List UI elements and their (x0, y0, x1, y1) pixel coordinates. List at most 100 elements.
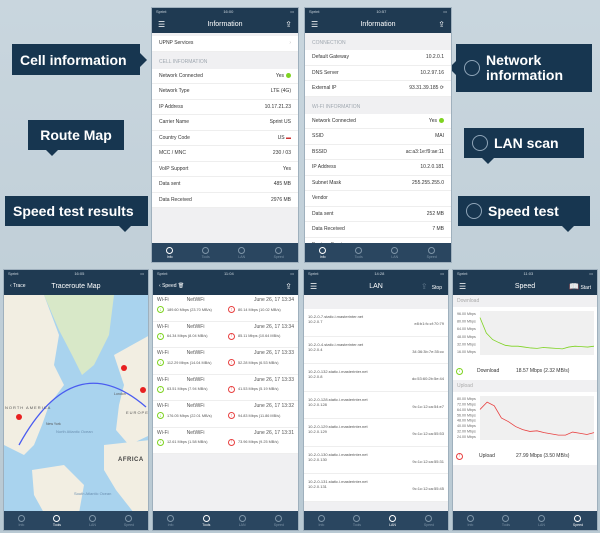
speed-result-item[interactable]: Wi-Fi NetWiFi June 26, 17 13:33 ↓ 63.51 Mbps… (153, 374, 298, 401)
tab-lan[interactable]: LAN (238, 514, 246, 527)
upnp-services-row[interactable]: UPNP Services › (152, 36, 298, 52)
tab-info[interactable]: Info (466, 514, 474, 527)
menu-icon[interactable]: ☰ (310, 282, 317, 291)
tab-speed[interactable]: Speed (274, 246, 284, 259)
tab-tools[interactable]: Tools (202, 514, 210, 527)
row-label: Subnet Mask (312, 179, 342, 186)
refresh-icon[interactable]: ⟳ (438, 85, 444, 91)
tab-speed[interactable]: Speed (423, 514, 435, 527)
tab-info[interactable]: Info (319, 246, 327, 259)
menu-icon[interactable]: ☰ (459, 282, 466, 291)
y-tick-label: 32.00 Mbps (457, 430, 476, 434)
y-tick-label: 64.00 Mbps (457, 327, 476, 331)
row-label: Network Connected (159, 72, 203, 79)
tools-icon (502, 514, 510, 522)
book-icon[interactable]: 📖 (569, 282, 579, 291)
map[interactable]: NORTH AMERICA North Atlantic Ocean EUROP… (4, 295, 149, 513)
tab-lan[interactable]: LAN (388, 514, 396, 527)
tab-speed[interactable]: Speed (573, 514, 583, 527)
result-date: June 26, 17 13:34 (253, 297, 294, 303)
tab-tools[interactable]: Tools (502, 514, 510, 527)
speed-result-item[interactable]: Wi-Fi NetWiFi June 26, 17 13:31 ↓ 12.61 Mbps… (153, 427, 298, 454)
network-info-screen: Sprint 10:57 ▭ ☰ Information ⇪ CONNECTION De… (304, 7, 452, 263)
share-icon[interactable]: ⇪ (285, 20, 292, 29)
start-button[interactable]: 📖 Start (569, 282, 591, 291)
row-value: 485 MB (274, 181, 291, 187)
tab-label: Info (167, 522, 174, 527)
lan-host-item[interactable]: 10-2-0-131.static.i.masterinter.net 10.2.… (304, 474, 448, 502)
speed-result-item[interactable]: Wi-Fi NetWiFi June 26, 17 13:34 ↓ 64.34 Mbps… (153, 321, 298, 348)
tab-tools[interactable]: Tools (201, 246, 210, 259)
speed-result-item[interactable]: Wi-Fi NetWiFi June 26, 17 13:33 ↓ 112.29 Mbp… (153, 348, 298, 375)
tab-speed[interactable]: Speed (124, 514, 134, 527)
speed-result-item[interactable]: Wi-Fi NetWiFi June 26, 17 13:32 ↓ 176.05 Mbp… (153, 401, 298, 428)
label-text: Speed test (488, 203, 559, 219)
row-value: 2976 MB (271, 197, 291, 203)
tab-tools[interactable]: Tools (355, 246, 363, 259)
back-button[interactable]: ‹ Speed 🗑 (159, 283, 184, 289)
value-text: 7 MB (432, 226, 444, 233)
tab-info[interactable]: Info (167, 514, 175, 527)
tab-info[interactable]: Info (317, 514, 325, 527)
lan-host-item[interactable]: 10-2-0-128.static.i.masterinter.net 10.2.… (304, 391, 448, 419)
result-date: June 26, 17 13:31 (253, 429, 294, 436)
tab-lan[interactable]: LAN (391, 246, 399, 259)
speed-result-item[interactable]: Wi-Fi NetWiFi June 26, 17 13:34 ↓ 189.60 Mbp… (153, 295, 298, 322)
back-button[interactable]: ‹ Trace (10, 283, 26, 289)
row-value: 10.2.0.181 (420, 164, 444, 170)
lan-host-item[interactable]: 10-2-0-129.static.i.masterinter.net 10.2.… (304, 419, 448, 447)
result-left: Wi-Fi NetWiFi (157, 377, 204, 383)
upload-value: 27.99 Mbps (3.50 MB/s) (516, 453, 570, 459)
trash-icon[interactable]: 🗑 (178, 283, 184, 289)
row-label: Data Received (312, 226, 345, 233)
info-icon (466, 514, 474, 522)
battery-icon: ▭ (440, 271, 444, 276)
share-icon[interactable]: ⇪ (421, 282, 428, 291)
tab-label: Speed (423, 522, 435, 527)
tab-info[interactable]: Info (166, 246, 174, 259)
download-label: Download (477, 368, 500, 374)
share-icon[interactable]: ⇪ (285, 282, 292, 291)
tab-tools[interactable]: Tools (53, 514, 61, 527)
lan-host-item[interactable]: 10-2-0-132.static.i.masterinter.net 10.2.… (304, 364, 448, 392)
row-label: VoIP Support (159, 165, 189, 172)
row-label: SSID (312, 133, 324, 140)
value-text: MAI (435, 133, 444, 140)
tab-speed[interactable]: Speed (274, 514, 284, 527)
tab-info[interactable]: Info (17, 514, 25, 527)
carrier: Sprint (457, 271, 468, 276)
status-bar: Sprint 14:28 ▭ (304, 270, 448, 277)
place-label: North Atlantic Ocean (56, 429, 93, 434)
speed-results-screen: Sprint 11:04 ▭ ‹ Speed 🗑 ⇪ Wi-Fi NetWiFi June… (152, 269, 299, 531)
stop-button[interactable]: ⇪ Stop (421, 282, 442, 291)
tab-label: Tools (201, 254, 210, 259)
download-header: Download (457, 298, 480, 304)
info-row: MCC / MNC 230 / 03 (152, 146, 298, 162)
speed-test-results-label: Speed test results (5, 196, 148, 232)
info-row: DNS Server 10.2.97.16 (305, 65, 451, 81)
tab-speed[interactable]: Speed (427, 246, 437, 259)
time: 10:57 (376, 9, 387, 14)
value-text: 255.255.255.0 (412, 179, 444, 186)
tab-lan[interactable]: LAN (537, 514, 545, 527)
network-information-label: Network information (449, 44, 592, 92)
tab-lan[interactable]: LAN (238, 246, 246, 259)
land-south-america (32, 465, 84, 513)
menu-icon[interactable]: ☰ (311, 20, 318, 29)
lan-host-item[interactable]: 10-2-0-130.static.i.masterinter.net 10.2.… (304, 446, 448, 474)
info-icon (317, 514, 325, 522)
lan-scan-screen: Sprint 14:28 ▭ ☰ LAN ⇪ Stop 10-2-0-7.static.… (303, 269, 449, 531)
lan-host-item[interactable]: 10-2-0-7.static.i.masterinter.net 10.2.0.… (304, 309, 448, 337)
tab-lan[interactable]: LAN (88, 514, 96, 527)
label-text: Speed test results (13, 203, 134, 219)
upload-icon: ↑ (456, 452, 463, 460)
tab-label: Info (166, 254, 173, 259)
info-icon (319, 246, 327, 254)
share-icon[interactable]: ⇪ (438, 20, 445, 29)
lan-host-item[interactable]: 10-2-0-4.static.i.masterinter.net 10.2.0.… (304, 336, 448, 364)
value-text: 93.31.39.185 (409, 85, 439, 92)
result-date: June 26, 17 13:34 (253, 323, 294, 330)
cell-info-screen: Sprint 16:00 ▭ ☰ Information ⇪ UPNP Services… (151, 7, 299, 263)
menu-icon[interactable]: ☰ (158, 20, 165, 29)
tab-tools[interactable]: Tools (353, 514, 361, 527)
